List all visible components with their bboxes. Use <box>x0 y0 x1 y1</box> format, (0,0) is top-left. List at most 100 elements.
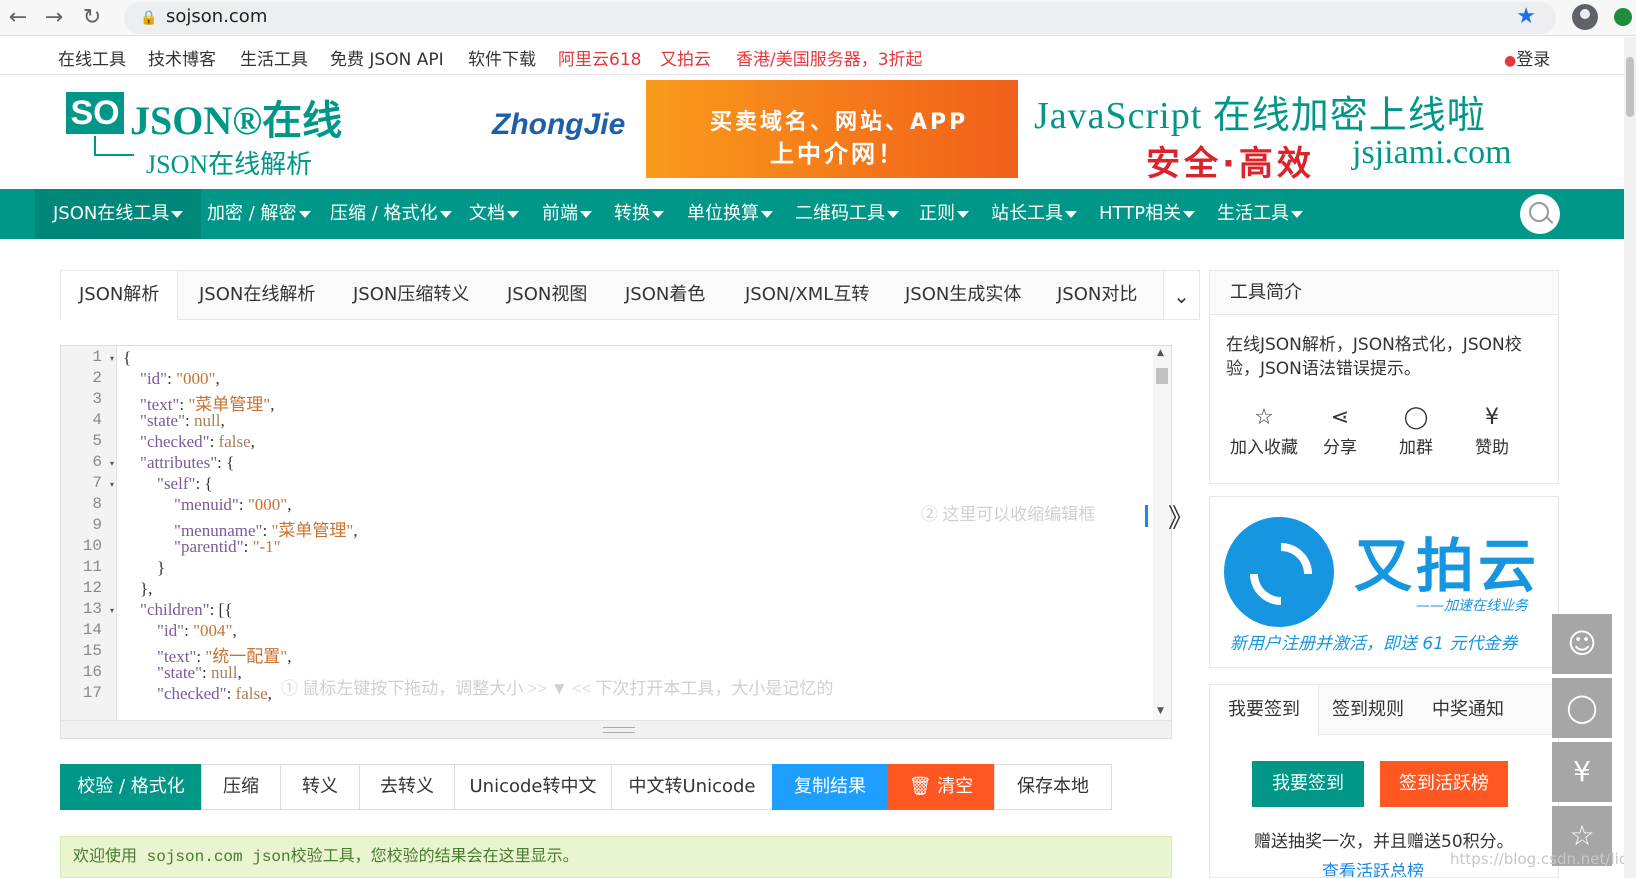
code-line: { <box>123 348 132 367</box>
nav-frontend[interactable]: 前端 <box>542 189 592 239</box>
sponsor-button[interactable]: ¥ 赞助 <box>1452 403 1532 458</box>
forward-icon[interactable]: → <box>40 4 68 32</box>
ad-upyun-banner[interactable]: 又拍云 ——加速在线业务 新用户注册并激活，即送 61 元代金券 <box>1209 496 1559 668</box>
view-ranking-link[interactable]: 查看活跃总榜 <box>1322 857 1424 877</box>
join-group-button[interactable]: ◯ 加群 <box>1376 403 1456 458</box>
nav-label: 生活工具 <box>1217 203 1289 224</box>
line-number: 16 <box>82 663 102 681</box>
nav-json-tools[interactable]: JSON在线工具 <box>35 189 202 239</box>
scroll-down-icon[interactable]: ▼ <box>1157 706 1164 716</box>
toplink-online-tools[interactable]: 在线工具 <box>58 45 126 70</box>
sign-in-button[interactable]: 我要签到 <box>1252 761 1364 807</box>
escape-button[interactable]: 转义 <box>280 764 360 810</box>
unicode-to-chinese-button[interactable]: Unicode转中文 <box>454 764 612 810</box>
address-url[interactable]: sojson.com <box>166 6 267 27</box>
toplink-upyun[interactable]: 又拍云 <box>660 45 711 70</box>
page-scrollbar-thumb[interactable] <box>1626 57 1634 117</box>
feedback-float-button[interactable]: ☺ <box>1552 614 1612 674</box>
collapse-editor-icon[interactable]: 》 <box>1168 498 1194 535</box>
nav-compress-format[interactable]: 压缩 / 格式化 <box>330 189 452 239</box>
sponsor-float-button[interactable]: ¥ <box>1552 742 1612 802</box>
logo-so-badge: SO <box>66 92 124 134</box>
save-local-button[interactable]: 保存本地 <box>994 764 1112 810</box>
copy-result-button[interactable]: 复制结果 <box>772 764 888 810</box>
toplink-tech-blog[interactable]: 技术博客 <box>148 45 216 70</box>
nav-life[interactable]: 生活工具 <box>1217 189 1303 239</box>
tab-json-compare[interactable]: JSON对比 <box>1057 271 1137 319</box>
fold-toggle-icon[interactable]: ▾ <box>110 606 114 615</box>
address-bar[interactable]: 🔒 sojson.com ★ <box>124 2 1556 34</box>
line-number: 15 <box>82 642 102 660</box>
profile-avatar-icon[interactable] <box>1572 4 1598 30</box>
tab-json-view[interactable]: JSON视图 <box>507 271 587 319</box>
json-editor[interactable]: 1 ▾ 2 3 4 5 6 ▾ 7 ▾ 8 9 10 11 12 13 ▾ 14 15 16 17 { "id": "0… <box>60 345 1172 739</box>
login-link[interactable]: ●登录 <box>1504 45 1550 70</box>
tab-sign-in[interactable]: 我要签到 <box>1210 685 1319 736</box>
code-line: "checked": false, <box>140 432 255 451</box>
fold-toggle-icon[interactable]: ▾ <box>110 459 114 468</box>
add-favorite-button[interactable]: ☆ 加入收藏 <box>1224 403 1304 458</box>
tab-json-online-parse[interactable]: JSON在线解析 <box>199 271 315 319</box>
nav-webmaster[interactable]: 站长工具 <box>991 189 1077 239</box>
intro-title: 工具简介 <box>1210 271 1558 315</box>
clear-button[interactable]: 🗑 清空 <box>887 764 995 810</box>
nav-label: 单位换算 <box>687 203 759 224</box>
tab-json-color[interactable]: JSON着色 <box>625 271 705 319</box>
tab-winner-notice[interactable]: 中奖通知 <box>1432 685 1504 735</box>
nav-label: JSON在线工具 <box>53 203 170 224</box>
toplink-life-tools[interactable]: 生活工具 <box>240 45 308 70</box>
tab-sign-rules[interactable]: 签到规则 <box>1332 685 1404 735</box>
line-number: 1 <box>92 348 102 366</box>
nav-regex[interactable]: 正则 <box>919 189 969 239</box>
chinese-to-unicode-button[interactable]: 中文转Unicode <box>611 764 773 810</box>
tab-json-compress-escape[interactable]: JSON压缩转义 <box>353 271 469 319</box>
line-number: 2 <box>92 369 102 387</box>
scrollbar-thumb[interactable] <box>1156 368 1168 384</box>
line-number: 17 <box>82 684 102 702</box>
unescape-button[interactable]: 去转义 <box>359 764 455 810</box>
compress-button[interactable]: 压缩 <box>201 764 281 810</box>
tab-json-xml[interactable]: JSON/XML互转 <box>745 271 869 319</box>
editor-resize-handle[interactable] <box>61 720 1171 738</box>
toplink-servers[interactable]: 香港/美国服务器，3折起 <box>736 45 923 70</box>
chevron-down-icon <box>761 210 773 218</box>
search-icon[interactable] <box>1520 194 1560 234</box>
ad-zhongjie-banner[interactable]: ZhongJie 买卖域名、网站、APP 上中介网！ <box>486 80 1018 178</box>
scroll-up-icon[interactable]: ▲ <box>1157 348 1164 358</box>
intro-text: 在线JSON解析，JSON格式化，JSON校验，JSON语法错误提示。 <box>1226 335 1522 379</box>
qq-float-button[interactable]: ◯ <box>1552 678 1612 738</box>
toplink-free-json-api[interactable]: 免费 JSON API <box>330 45 444 70</box>
bookmark-star-icon[interactable]: ★ <box>1516 4 1536 29</box>
nav-convert[interactable]: 转换 <box>614 189 664 239</box>
share-button[interactable]: ⋖ 分享 <box>1300 403 1380 458</box>
ad-zhongjie-line1: 买卖域名、网站、APP <box>710 110 969 135</box>
ad-jsjiami-banner[interactable]: JavaScript 在线加密上线啦 安全·高效 jsjiami.com <box>1034 84 1536 184</box>
nav-qrcode[interactable]: 二维码工具 <box>795 189 899 239</box>
site-logo[interactable]: SO JSON®在线 JSON在线解析 <box>66 88 342 179</box>
nav-encrypt[interactable]: 加密 / 解密 <box>207 189 311 239</box>
line-number: 12 <box>82 579 102 597</box>
nav-unit-convert[interactable]: 单位换算 <box>687 189 773 239</box>
code-line: "children": [{ <box>140 600 233 619</box>
ranking-button[interactable]: 签到活跃榜 <box>1380 761 1508 807</box>
page-scrollbar[interactable] <box>1624 37 1636 878</box>
validate-format-button[interactable]: 校验 / 格式化 <box>60 764 202 810</box>
tab-json-entity[interactable]: JSON生成实体 <box>905 271 1021 319</box>
fold-toggle-icon[interactable]: ▾ <box>110 354 114 363</box>
toplink-aliyun[interactable]: 阿里云618 <box>558 45 641 70</box>
tool-tabs: JSON解析 JSON在线解析 JSON压缩转义 JSON视图 JSON着色 J… <box>60 270 1200 320</box>
reload-icon[interactable]: ↻ <box>78 4 106 32</box>
sign-in-panel: 我要签到 签到规则 中奖通知 我要签到 签到活跃榜 赠送抽奖一次，并且赠送50积… <box>1209 684 1559 878</box>
nav-http[interactable]: HTTP相关 <box>1099 189 1196 239</box>
chevron-down-icon <box>171 210 184 218</box>
toplink-software-download[interactable]: 软件下载 <box>468 45 536 70</box>
line-number: 7 <box>92 474 102 492</box>
chevron-down-icon[interactable]: ⌄ <box>1163 270 1200 320</box>
code-line: "self": { <box>157 474 213 493</box>
extension-icon[interactable] <box>1614 8 1632 26</box>
nav-docs[interactable]: 文档 <box>469 189 519 239</box>
tab-json-parse[interactable]: JSON解析 <box>61 271 179 320</box>
back-icon[interactable]: ← <box>4 4 32 32</box>
fold-toggle-icon[interactable]: ▾ <box>110 480 114 489</box>
lock-icon: 🔒 <box>140 10 158 26</box>
